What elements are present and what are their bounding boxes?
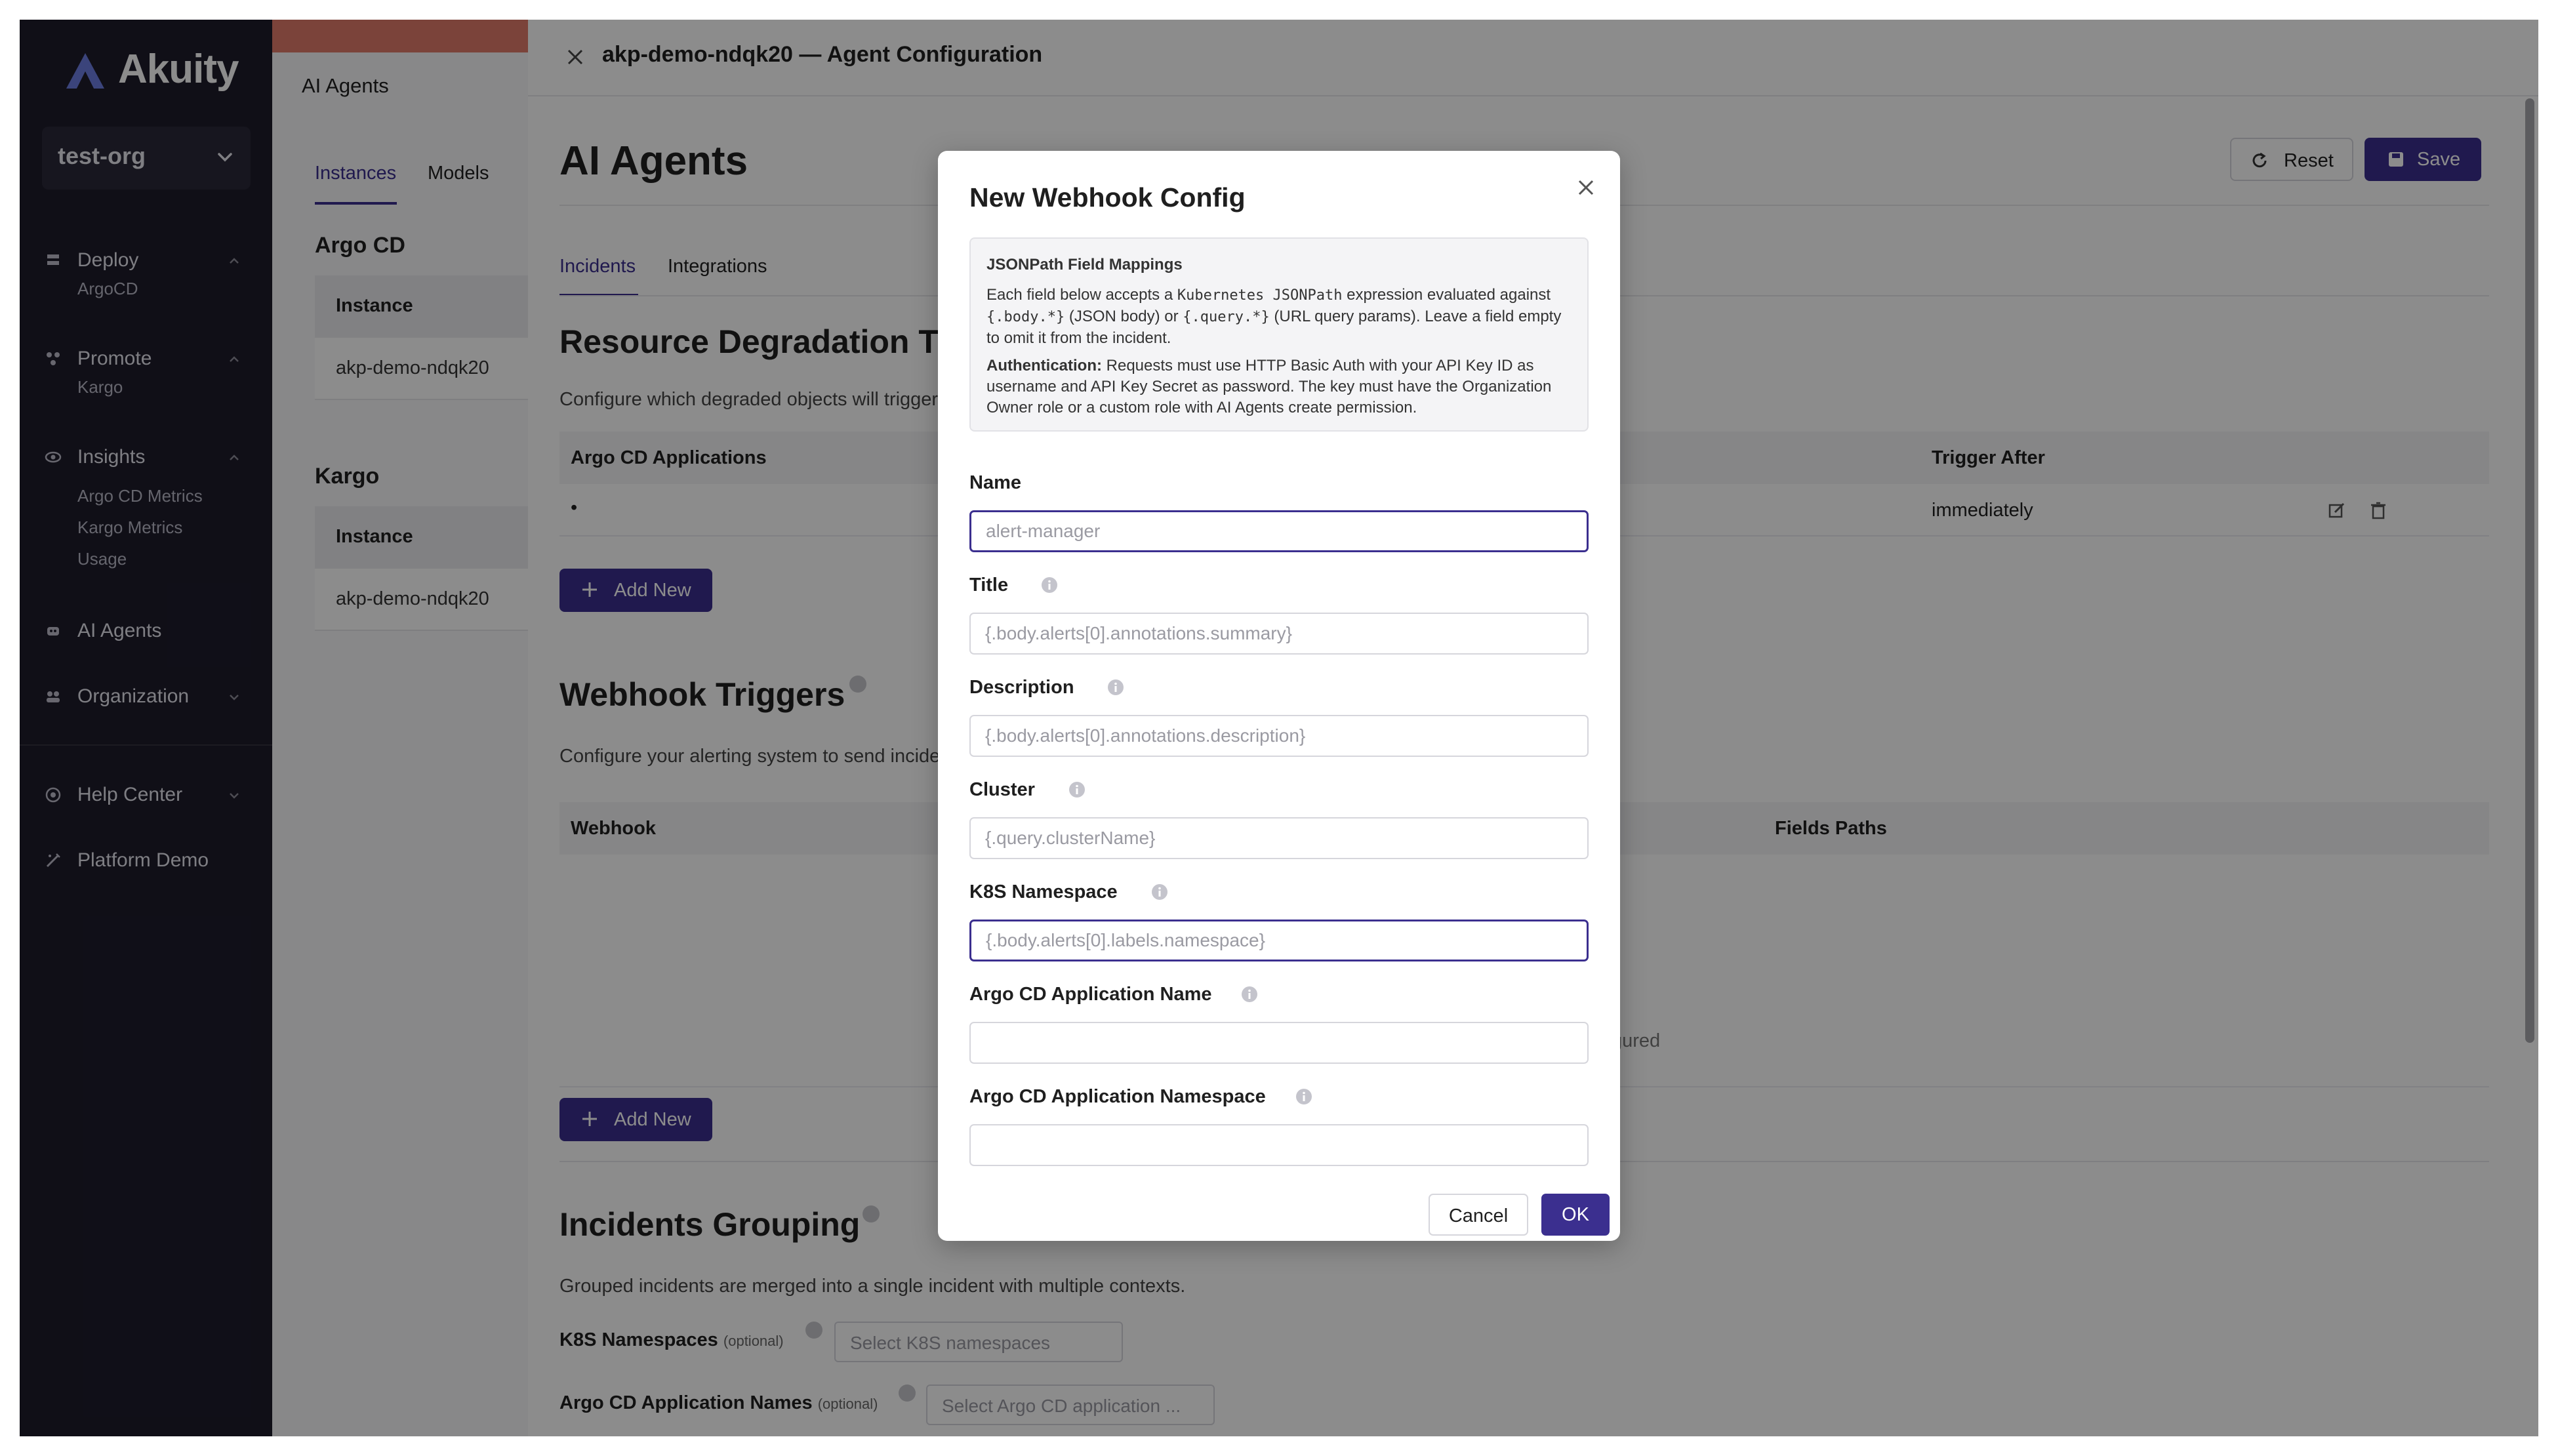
info-box-title: JSONPath Field Mappings bbox=[986, 256, 1183, 273]
title-label: Title bbox=[969, 575, 1009, 596]
app-namespace-input[interactable] bbox=[969, 1124, 1589, 1166]
modal-title: New Webhook Config bbox=[969, 182, 1246, 212]
info-icon bbox=[1069, 782, 1085, 798]
webhook-config-modal: New Webhook Config JSONPath Field Mappin… bbox=[938, 151, 1620, 1241]
app-window: Akuity test-org Deploy ArgoCD Promote Ka… bbox=[20, 20, 2538, 1436]
cancel-label: Cancel bbox=[1448, 1205, 1509, 1226]
name-label: Name bbox=[969, 472, 1021, 493]
cancel-button[interactable]: Cancel bbox=[1429, 1194, 1528, 1236]
app-namespace-label: Argo CD Application Namespace bbox=[969, 1086, 1266, 1107]
info-box-auth-text: Authentication: Requests must use HTTP B… bbox=[986, 357, 1552, 416]
k8s-namespace-label: K8S Namespace bbox=[969, 881, 1118, 902]
description-input[interactable] bbox=[969, 715, 1589, 757]
info-icon bbox=[1152, 884, 1167, 900]
k8s-namespace-input[interactable] bbox=[969, 920, 1589, 961]
name-input[interactable] bbox=[969, 510, 1589, 552]
info-icon bbox=[1296, 1089, 1312, 1104]
ok-button[interactable]: OK bbox=[1541, 1194, 1610, 1236]
info-icon bbox=[1108, 679, 1124, 695]
info-icon bbox=[1042, 577, 1057, 593]
description-label: Description bbox=[969, 677, 1074, 698]
cluster-input[interactable] bbox=[969, 817, 1589, 859]
info-box-mapping-text: Each field below accepts a Kubernetes JS… bbox=[986, 286, 1562, 347]
cluster-label: Cluster bbox=[969, 779, 1035, 800]
info-icon bbox=[1242, 986, 1257, 1002]
close-icon[interactable] bbox=[1575, 177, 1596, 198]
app-name-input[interactable] bbox=[969, 1022, 1589, 1064]
ok-label: OK bbox=[1562, 1204, 1589, 1225]
jsonpath-info-box: JSONPath Field Mappings Each field below… bbox=[969, 237, 1589, 432]
app-name-label: Argo CD Application Name bbox=[969, 984, 1212, 1005]
title-input[interactable] bbox=[969, 613, 1589, 655]
